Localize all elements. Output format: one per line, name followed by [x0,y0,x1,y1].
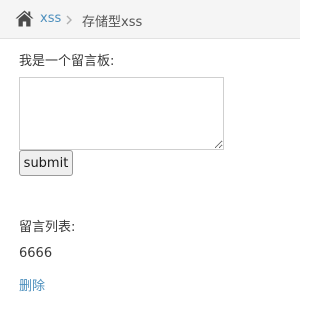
submit-button[interactable]: submit [19,150,73,176]
message-board-title: 我是一个留言板: [19,54,115,69]
chevron-right-icon [66,15,72,25]
breadcrumb-current: 存储型xss [82,15,143,30]
home-icon[interactable] [15,10,34,27]
delete-link[interactable]: 删除 [19,275,45,294]
message-list-title: 留言列表: [19,220,76,235]
message-input[interactable] [19,77,224,150]
breadcrumb: xss 存储型xss [0,0,300,39]
message-item-content: 6666 [19,246,53,261]
breadcrumb-link-xss[interactable]: xss [40,11,61,26]
